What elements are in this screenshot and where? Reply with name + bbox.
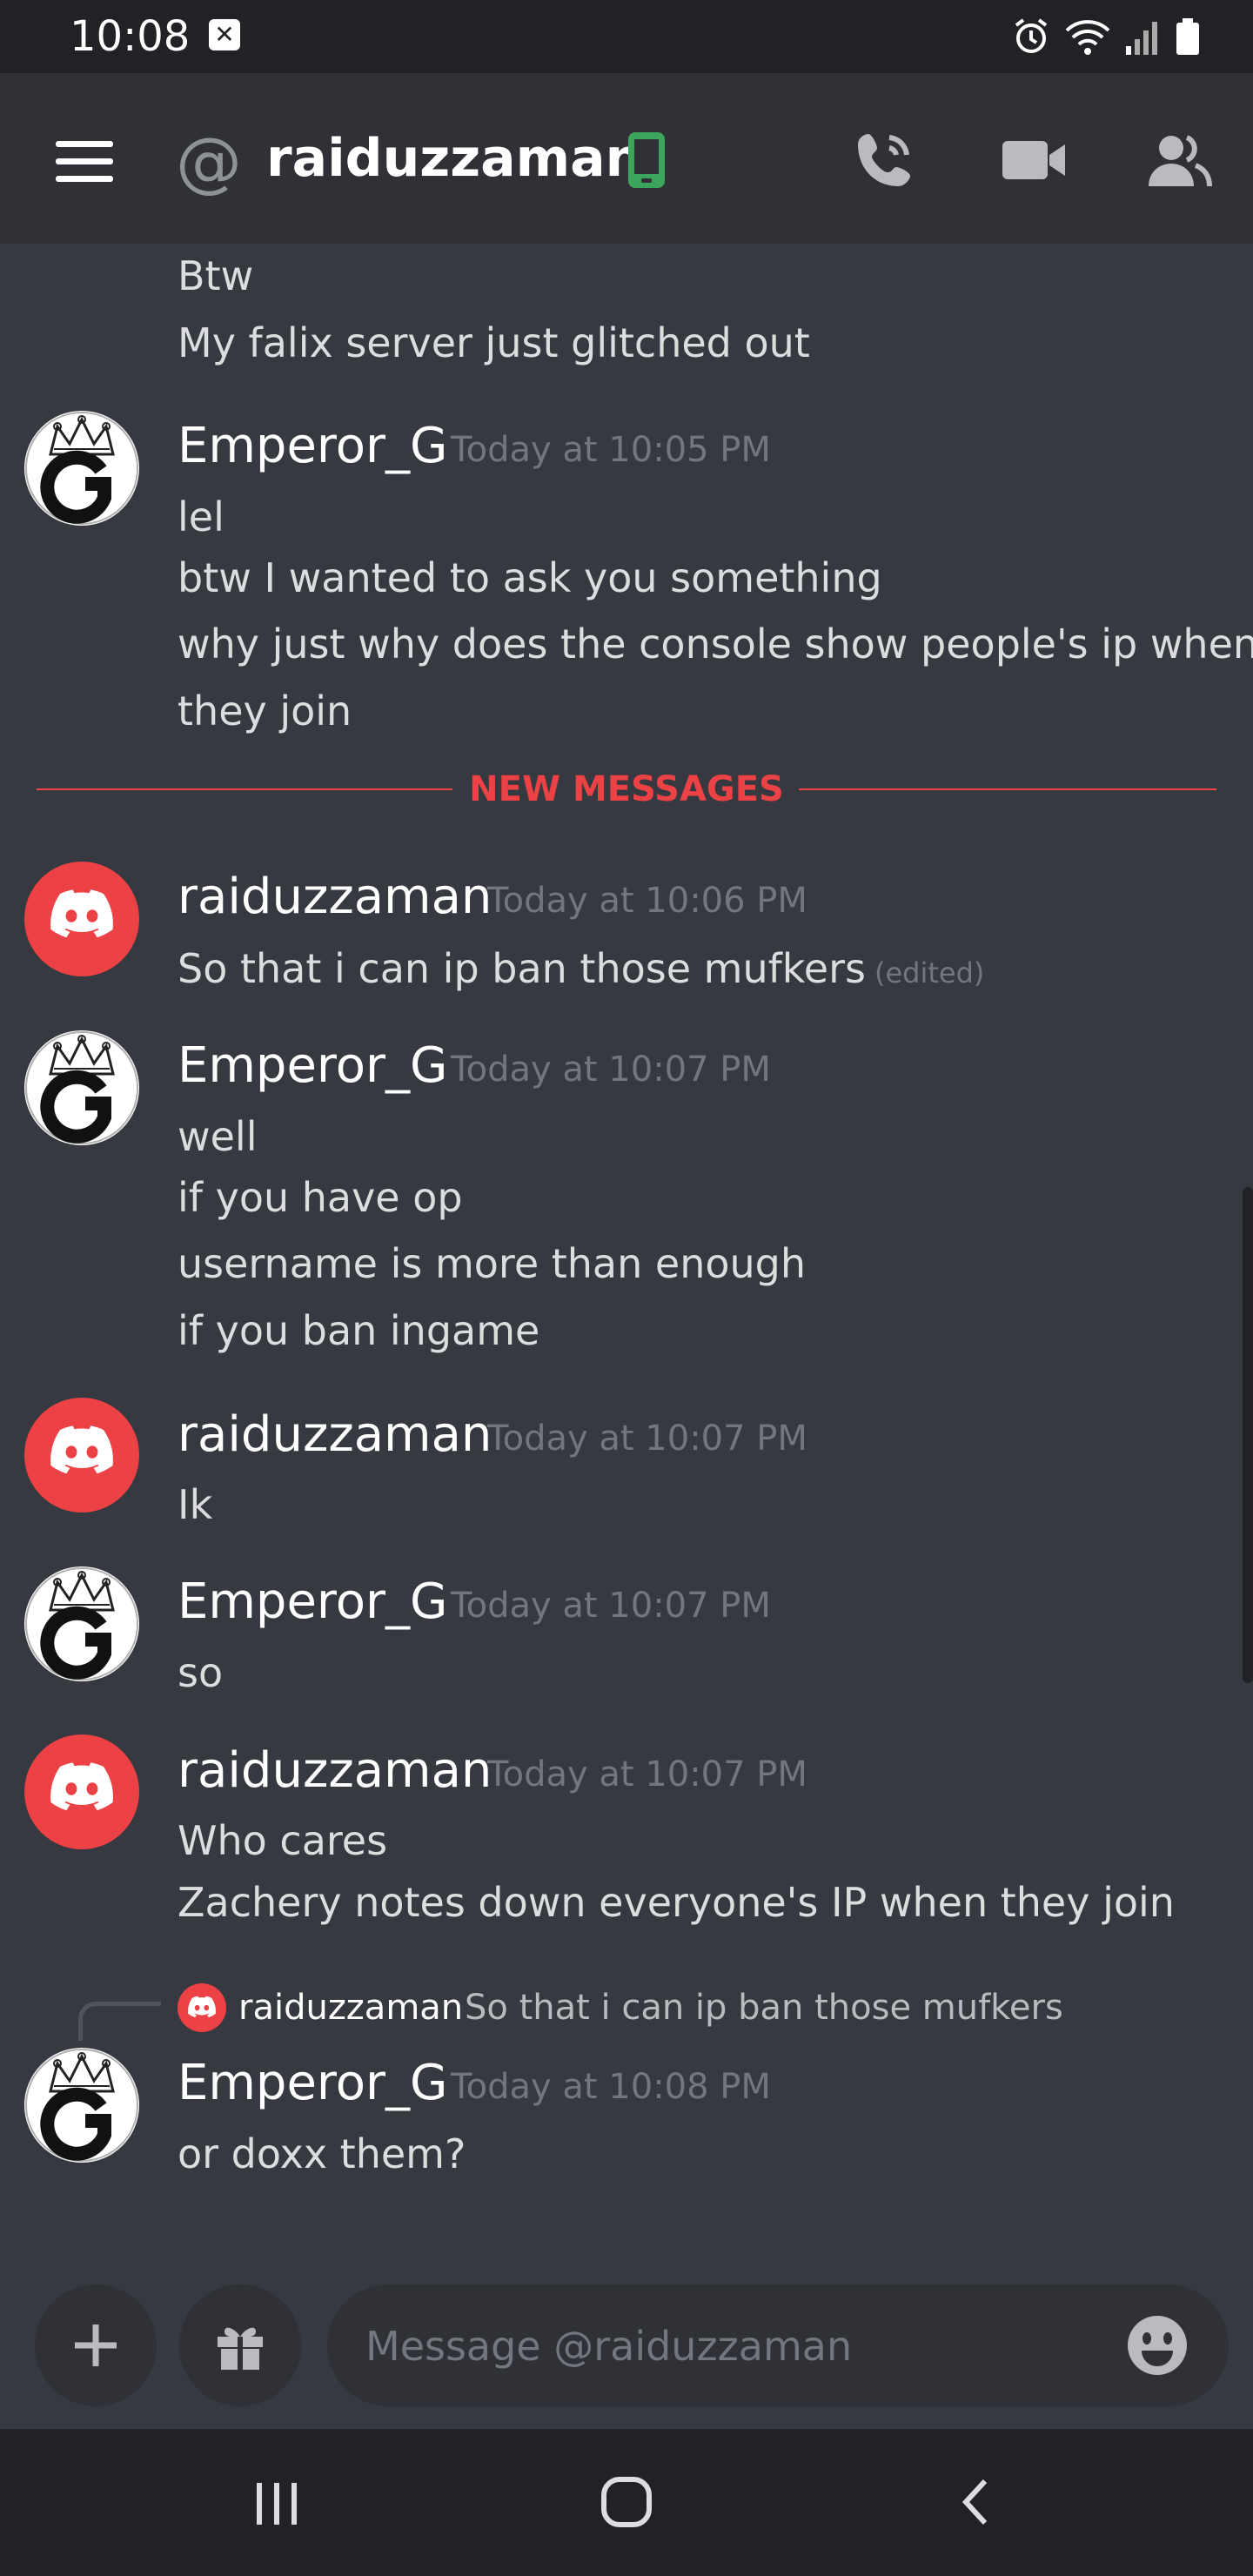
avatar[interactable] xyxy=(24,1030,139,1145)
message-line-text: So that i can ip ban those mufkers xyxy=(178,945,866,992)
member-list-button[interactable] xyxy=(1145,125,1215,195)
back-button[interactable] xyxy=(933,2467,1020,2537)
home-button[interactable] xyxy=(583,2467,670,2537)
at-icon: @ xyxy=(176,123,242,200)
message-timestamp: Today at 10:07 PM xyxy=(451,1050,771,1090)
add-attachment-button[interactable] xyxy=(35,2284,157,2406)
emperor-avatar-icon xyxy=(24,2048,139,2163)
message-line: Btw xyxy=(178,252,254,299)
message-author[interactable]: raiduzzaman xyxy=(178,1405,492,1466)
gift-button[interactable] xyxy=(179,2284,301,2406)
avatar[interactable] xyxy=(24,411,139,526)
notification-icon: ✕ xyxy=(209,19,240,50)
avatar[interactable] xyxy=(24,2048,139,2163)
new-messages-label: NEW MESSAGES xyxy=(469,769,784,809)
message-author[interactable]: raiduzzaman xyxy=(178,1741,492,1801)
member-list-icon xyxy=(1149,135,1212,187)
message-line: My falix server just glitched out xyxy=(178,319,810,366)
alarm-icon xyxy=(1015,18,1048,53)
home-icon xyxy=(601,2477,652,2527)
new-messages-divider xyxy=(37,788,452,790)
message-author[interactable]: Emperor_G xyxy=(178,1036,447,1097)
avatar[interactable] xyxy=(24,1566,139,1681)
discord-logo-icon xyxy=(50,1762,113,1811)
back-icon xyxy=(962,2479,988,2526)
battery-icon xyxy=(1176,18,1199,55)
message-line: if you ban ingame xyxy=(178,1307,540,1354)
recent-apps-button[interactable] xyxy=(233,2467,320,2537)
message-input-container[interactable] xyxy=(327,2284,1229,2406)
discord-logo-icon xyxy=(50,889,113,938)
add-icon xyxy=(75,2324,117,2366)
discord-logo-icon xyxy=(188,1996,216,2018)
message-author[interactable]: Emperor_G xyxy=(178,2053,447,2114)
status-bar: 10:08 ✕ xyxy=(0,0,1253,73)
message-line: lel xyxy=(178,493,224,540)
message-line: Ik xyxy=(178,1481,213,1528)
emperor-avatar-icon xyxy=(24,411,139,526)
message-line: so xyxy=(178,1649,224,1696)
page-title[interactable]: raiduzzaman xyxy=(266,124,642,193)
message-line: username is more than enough xyxy=(178,1240,807,1287)
message-line: if you have op xyxy=(178,1174,463,1221)
reply-connector xyxy=(78,2002,161,2041)
message-timestamp: Today at 10:08 PM xyxy=(451,2067,771,2107)
message-input[interactable] xyxy=(364,2311,1081,2382)
message-list[interactable]: Btw My falix server just glitched out Em… xyxy=(0,244,1253,2284)
message-line: Who cares xyxy=(178,1817,388,1864)
discord-logo-icon xyxy=(50,1426,113,1474)
voice-call-button[interactable] xyxy=(849,125,919,195)
message-author[interactable]: Emperor_G xyxy=(178,1572,447,1633)
message-line: btw I wanted to ask you something xyxy=(178,554,882,601)
avatar[interactable] xyxy=(24,862,139,976)
message-author[interactable]: raiduzzaman xyxy=(178,867,492,928)
video-call-icon xyxy=(1002,141,1065,179)
system-nav-bar xyxy=(0,2429,1253,2576)
video-call-button[interactable] xyxy=(999,125,1069,195)
new-messages-divider xyxy=(799,788,1216,790)
message-line: well xyxy=(178,1113,258,1160)
avatar[interactable] xyxy=(24,1734,139,1849)
status-time: 10:08 xyxy=(70,12,191,61)
menu-icon[interactable] xyxy=(56,141,113,183)
message-timestamp: Today at 10:07 PM xyxy=(451,1586,771,1626)
edited-label: (edited) xyxy=(874,956,985,989)
message-timestamp: Today at 10:06 PM xyxy=(487,881,807,921)
reply-avatar[interactable] xyxy=(178,1983,226,2032)
emperor-avatar-icon xyxy=(24,1566,139,1681)
message-timestamp: Today at 10:05 PM xyxy=(451,430,771,470)
message-line: or doxx them? xyxy=(178,2130,466,2177)
recent-apps-icon xyxy=(257,2483,297,2525)
scrollbar[interactable] xyxy=(1243,1187,1253,1683)
message-line: why just why does the console show peopl… xyxy=(178,621,1253,667)
reply-author[interactable]: raiduzzaman xyxy=(238,1983,463,2032)
message-timestamp: Today at 10:07 PM xyxy=(487,1419,807,1459)
wifi-icon xyxy=(1065,20,1110,55)
message-line: So that i can ip ban those mufkers (edite… xyxy=(178,943,984,999)
emperor-avatar-icon xyxy=(24,1030,139,1145)
avatar[interactable] xyxy=(24,1398,139,1513)
mobile-status-icon xyxy=(628,132,665,188)
message-timestamp: Today at 10:07 PM xyxy=(487,1754,807,1794)
message-author[interactable]: Emperor_G xyxy=(178,416,447,477)
message-composer xyxy=(0,2284,1253,2429)
emoji-icon[interactable] xyxy=(1126,2314,1189,2377)
message-line: Zachery notes down everyone's IP when th… xyxy=(178,1879,1175,1926)
gift-icon xyxy=(218,2327,263,2370)
message-line: they join xyxy=(178,688,352,735)
status-icons xyxy=(1011,16,1201,57)
voice-call-icon xyxy=(858,134,910,186)
channel-header: @ raiduzzaman xyxy=(0,73,1253,244)
signal-icon xyxy=(1126,22,1157,55)
reply-preview-text[interactable]: So that i can ip ban those mufkers xyxy=(465,1983,1063,2032)
